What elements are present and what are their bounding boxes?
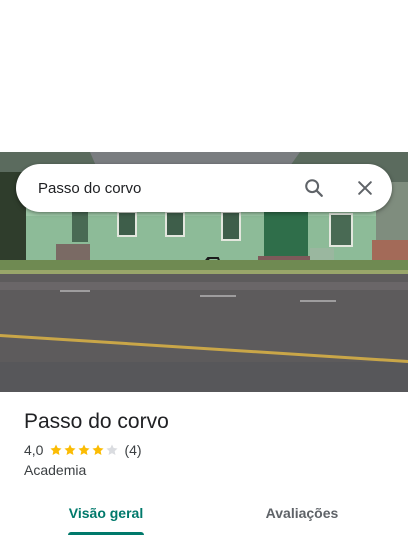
star-icon xyxy=(50,444,63,456)
rating-stars xyxy=(49,443,119,457)
search-bar xyxy=(16,164,392,212)
tab-overview[interactable]: Visão geral xyxy=(68,496,144,536)
rating-row[interactable]: 4,0 (4) xyxy=(24,442,384,458)
star-icon xyxy=(78,444,91,456)
review-count[interactable]: (4) xyxy=(124,442,141,458)
rating-value: 4,0 xyxy=(24,442,44,458)
place-title: Passo do corvo xyxy=(24,410,169,433)
close-button[interactable] xyxy=(349,172,381,204)
search-icon xyxy=(305,179,323,197)
star-icon xyxy=(92,444,105,456)
place-tabs: Visão geral Avaliações xyxy=(0,496,408,536)
close-icon xyxy=(358,181,372,195)
star-icon xyxy=(64,444,77,456)
place-category[interactable]: Academia xyxy=(24,462,384,478)
tab-reviews[interactable]: Avaliações xyxy=(262,496,342,536)
place-info: Passo do corvo 4,0 (4) Academia xyxy=(24,408,384,478)
star-icon xyxy=(106,444,119,456)
search-input[interactable] xyxy=(38,176,288,200)
search-button[interactable] xyxy=(298,172,330,204)
active-tab-indicator xyxy=(68,532,144,535)
